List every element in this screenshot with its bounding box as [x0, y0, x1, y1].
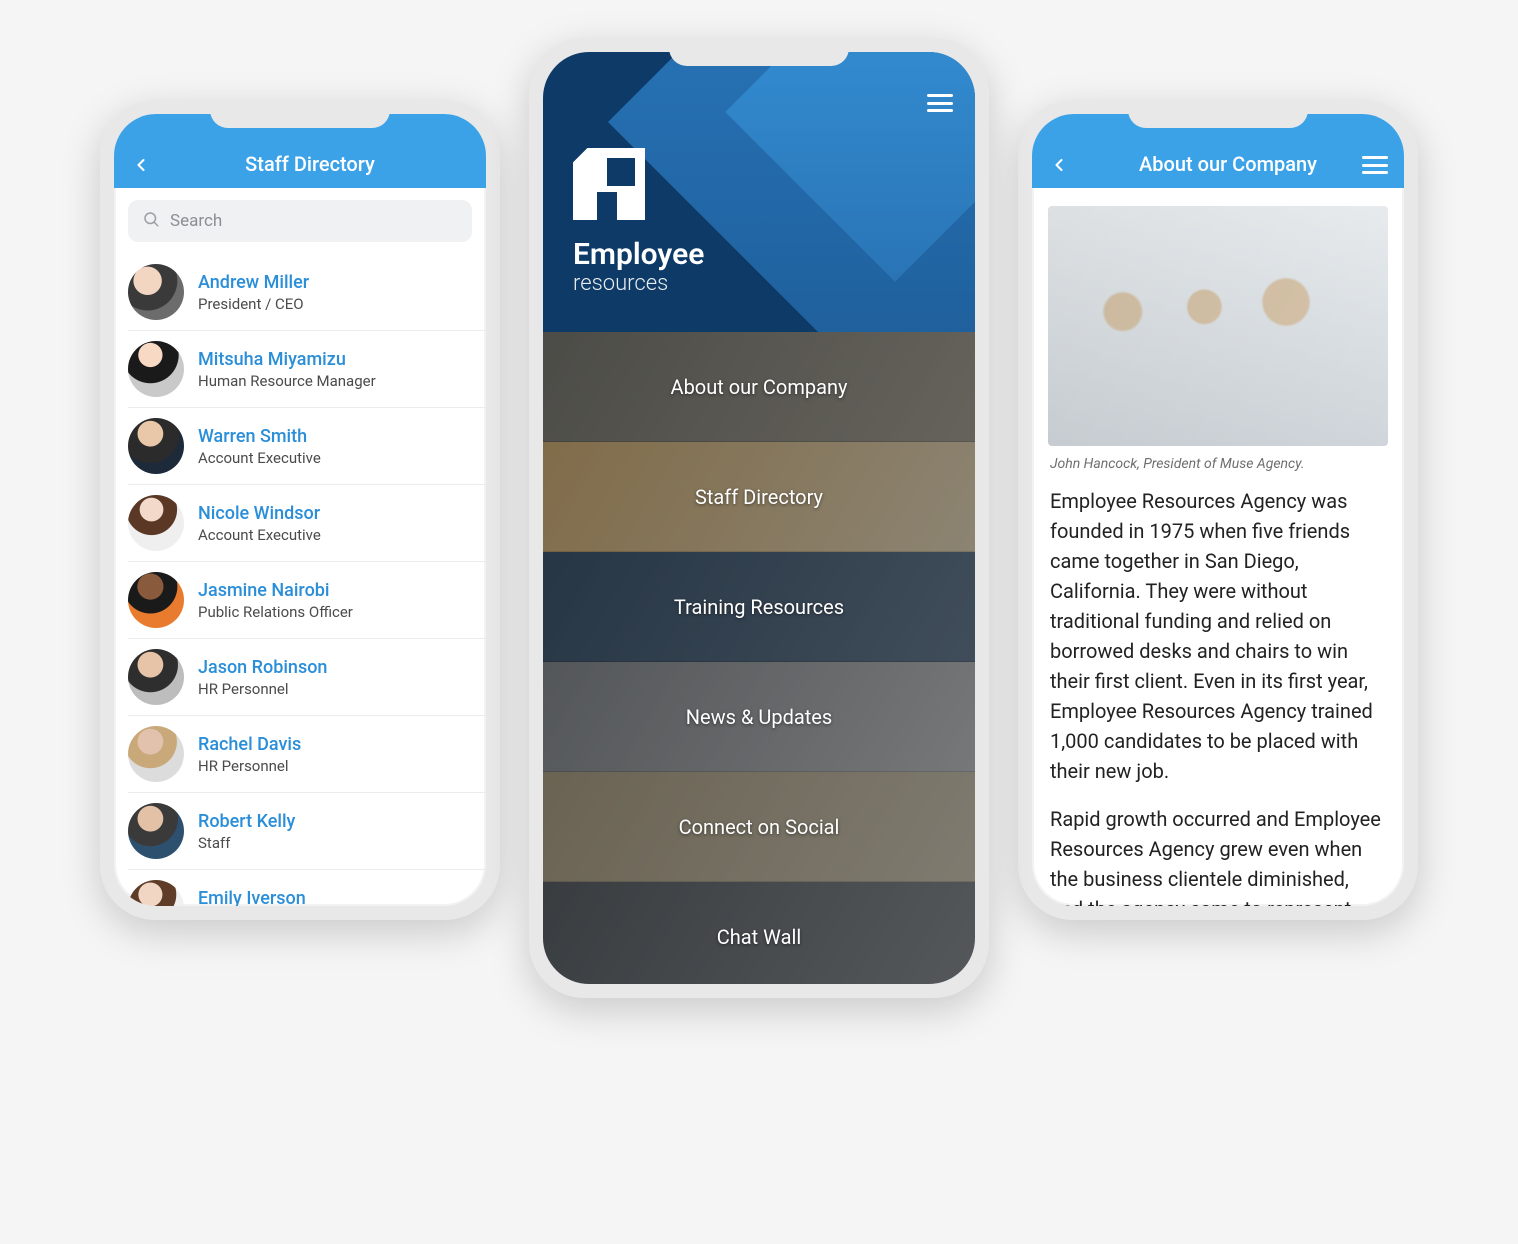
- staff-role: Staff: [198, 834, 295, 852]
- staff-role: Public Relations Officer: [198, 603, 353, 621]
- page-title: About our Company: [1050, 152, 1386, 176]
- home-hero: Employee resources: [543, 52, 975, 332]
- tile-label: News & Updates: [686, 705, 832, 729]
- menu-button[interactable]: [927, 94, 953, 112]
- phone-staff-directory: Staff Directory Search Andrew Miller Pre…: [100, 100, 500, 920]
- staff-role: Account Executive: [198, 526, 321, 544]
- tile-label: Connect on Social: [679, 815, 840, 839]
- staff-name: Jasmine Nairobi: [198, 580, 353, 601]
- list-item[interactable]: Robert Kelly Staff: [128, 793, 486, 870]
- list-item[interactable]: Jason Robinson HR Personnel: [128, 639, 486, 716]
- avatar: [128, 341, 184, 397]
- back-button[interactable]: [1046, 152, 1072, 178]
- nav-tile-staff[interactable]: Staff Directory: [543, 442, 975, 552]
- phone-about: About our Company John Hancock, Presiden…: [1018, 100, 1418, 920]
- staff-role: Account Executive: [198, 449, 321, 467]
- brand-subtitle: resources: [573, 271, 704, 296]
- page-title: Staff Directory: [132, 152, 468, 176]
- staff-name: Emily Iverson: [198, 888, 306, 907]
- image-caption: John Hancock, President of Muse Agency.: [1032, 456, 1404, 486]
- avatar: [128, 880, 184, 906]
- tile-label: About our Company: [671, 375, 848, 399]
- about-paragraph: Rapid growth occurred and Employee Resou…: [1050, 804, 1386, 906]
- tile-label: Staff Directory: [695, 485, 823, 509]
- list-item[interactable]: Mitsuha Miyamizu Human Resource Manager: [128, 331, 486, 408]
- tile-label: Training Resources: [674, 595, 844, 619]
- staff-name: Jason Robinson: [198, 657, 327, 678]
- avatar: [128, 264, 184, 320]
- tile-label: Chat Wall: [717, 925, 801, 949]
- nav-tile-about[interactable]: About our Company: [543, 332, 975, 442]
- staff-role: HR Personnel: [198, 680, 327, 698]
- staff-list: Andrew Miller President / CEO Mitsuha Mi…: [114, 254, 486, 906]
- list-item[interactable]: Warren Smith Account Executive: [128, 408, 486, 485]
- staff-name: Warren Smith: [198, 426, 321, 447]
- brand-block: Employee resources: [573, 148, 704, 296]
- staff-role: HR Personnel: [198, 757, 301, 775]
- phone-home: Employee resources About our Company Sta…: [529, 38, 989, 998]
- avatar: [128, 803, 184, 859]
- about-body: Employee Resources Agency was founded in…: [1032, 486, 1404, 906]
- nav-tile-social[interactable]: Connect on Social: [543, 772, 975, 882]
- staff-role: President / CEO: [198, 295, 309, 313]
- staff-name: Andrew Miller: [198, 272, 309, 293]
- search-placeholder: Search: [170, 211, 222, 231]
- phone-notch: [669, 38, 849, 66]
- phone-notch: [1128, 100, 1308, 128]
- list-item[interactable]: Nicole Windsor Account Executive: [128, 485, 486, 562]
- menu-button[interactable]: [1362, 156, 1388, 174]
- list-item[interactable]: Jasmine Nairobi Public Relations Officer: [128, 562, 486, 639]
- logo-icon: [573, 148, 645, 220]
- avatar: [128, 495, 184, 551]
- back-button[interactable]: [128, 152, 154, 178]
- staff-name: Robert Kelly: [198, 811, 295, 832]
- avatar: [128, 572, 184, 628]
- avatar: [128, 726, 184, 782]
- search-input[interactable]: Search: [128, 200, 472, 242]
- staff-name: Rachel Davis: [198, 734, 301, 755]
- avatar: [128, 649, 184, 705]
- staff-name: Mitsuha Miyamizu: [198, 349, 376, 370]
- phone-notch: [210, 100, 390, 128]
- list-item[interactable]: Rachel Davis HR Personnel: [128, 716, 486, 793]
- list-item[interactable]: Emily Iverson Staff: [128, 870, 486, 906]
- about-hero-image: [1048, 206, 1388, 446]
- brand-title: Employee: [573, 238, 704, 271]
- about-paragraph: Employee Resources Agency was founded in…: [1050, 486, 1386, 786]
- staff-role: Human Resource Manager: [198, 372, 376, 390]
- search-icon: [142, 210, 160, 233]
- nav-tile-chat[interactable]: Chat Wall: [543, 882, 975, 984]
- avatar: [128, 418, 184, 474]
- staff-name: Nicole Windsor: [198, 503, 321, 524]
- list-item[interactable]: Andrew Miller President / CEO: [128, 254, 486, 331]
- nav-tile-news[interactable]: News & Updates: [543, 662, 975, 772]
- nav-tile-training[interactable]: Training Resources: [543, 552, 975, 662]
